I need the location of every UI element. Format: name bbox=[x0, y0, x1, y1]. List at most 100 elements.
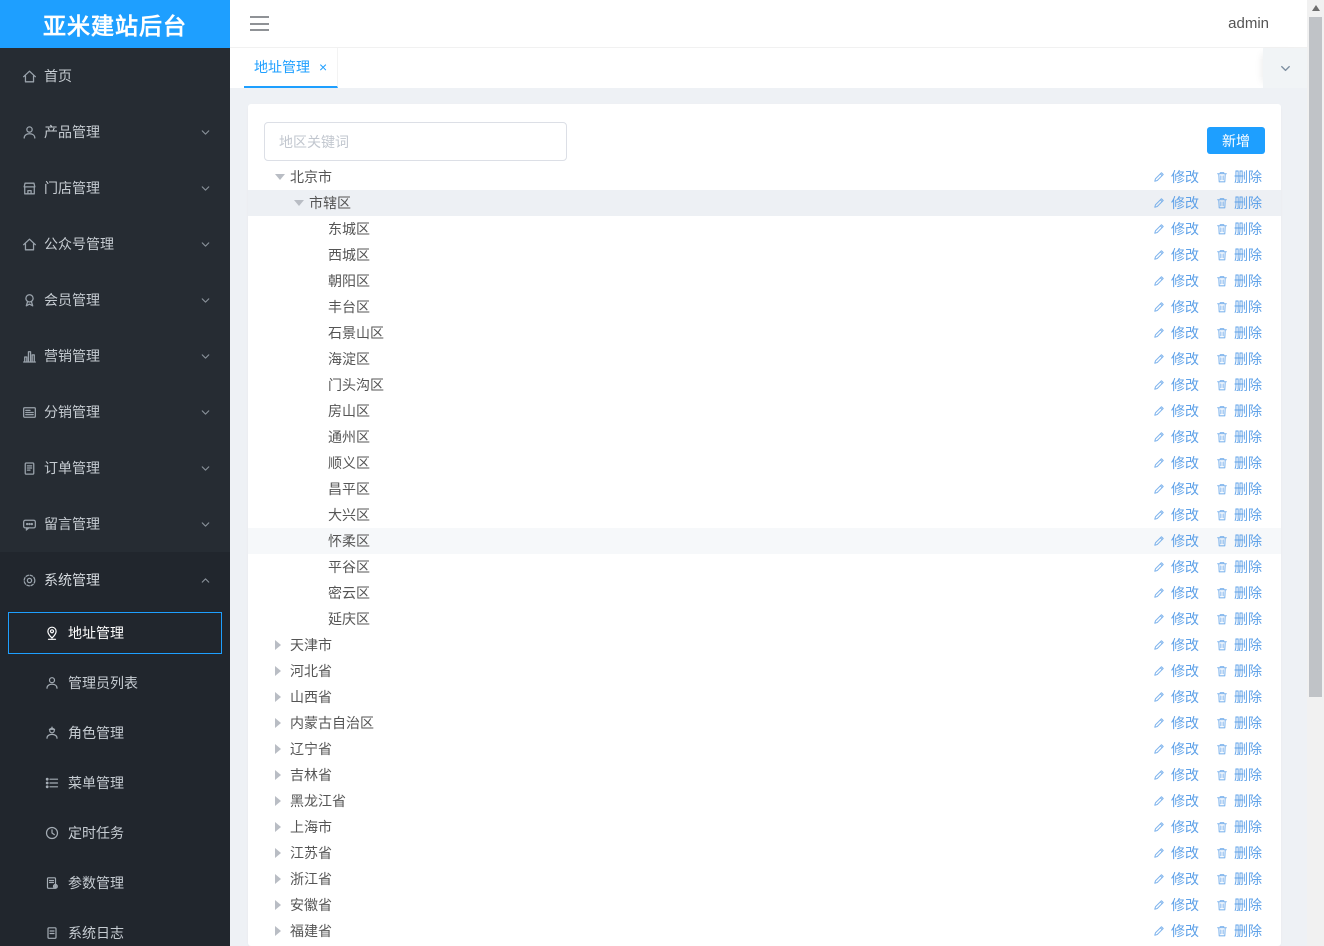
edit-link[interactable]: 修改 bbox=[1152, 921, 1199, 941]
sidebar-item-distribution[interactable]: 分销管理 bbox=[0, 384, 230, 440]
expand-arrow[interactable] bbox=[275, 174, 290, 180]
browser-scrollbar[interactable] bbox=[1307, 0, 1324, 946]
delete-link[interactable]: 删除 bbox=[1215, 921, 1262, 941]
edit-link[interactable]: 修改 bbox=[1152, 219, 1199, 239]
expand-arrow[interactable] bbox=[275, 822, 290, 832]
sidebar-subitem-log[interactable]: 系统日志 bbox=[0, 908, 230, 946]
delete-link[interactable]: 删除 bbox=[1215, 609, 1262, 629]
delete-link[interactable]: 删除 bbox=[1215, 583, 1262, 603]
delete-link[interactable]: 删除 bbox=[1215, 843, 1262, 863]
delete-link[interactable]: 删除 bbox=[1215, 167, 1262, 187]
scrollbar-up-arrow[interactable] bbox=[1307, 0, 1324, 16]
sidebar-item-member[interactable]: 会员管理 bbox=[0, 272, 230, 328]
delete-link[interactable]: 删除 bbox=[1215, 765, 1262, 785]
edit-link[interactable]: 修改 bbox=[1152, 323, 1199, 343]
sidebar-item-product[interactable]: 产品管理 bbox=[0, 104, 230, 160]
edit-link[interactable]: 修改 bbox=[1152, 297, 1199, 317]
tree-row[interactable]: 房山区 修改 删除 bbox=[248, 398, 1281, 424]
delete-link[interactable]: 删除 bbox=[1215, 323, 1262, 343]
edit-link[interactable]: 修改 bbox=[1152, 505, 1199, 525]
delete-link[interactable]: 删除 bbox=[1215, 635, 1262, 655]
add-button[interactable]: 新增 bbox=[1207, 127, 1265, 154]
edit-link[interactable]: 修改 bbox=[1152, 739, 1199, 759]
tree-row[interactable]: 朝阳区 修改 删除 bbox=[248, 268, 1281, 294]
expand-arrow[interactable] bbox=[275, 848, 290, 858]
delete-link[interactable]: 删除 bbox=[1215, 349, 1262, 369]
edit-link[interactable]: 修改 bbox=[1152, 193, 1199, 213]
tab-list-dropdown-button[interactable] bbox=[1263, 48, 1307, 88]
edit-link[interactable]: 修改 bbox=[1152, 817, 1199, 837]
edit-link[interactable]: 修改 bbox=[1152, 531, 1199, 551]
delete-link[interactable]: 删除 bbox=[1215, 193, 1262, 213]
search-input[interactable] bbox=[264, 122, 567, 161]
tree-row[interactable]: 上海市 修改 删除 bbox=[248, 814, 1281, 840]
delete-link[interactable]: 删除 bbox=[1215, 557, 1262, 577]
edit-link[interactable]: 修改 bbox=[1152, 479, 1199, 499]
tab-address-management[interactable]: 地址管理 × bbox=[244, 48, 339, 88]
tree-row[interactable]: 吉林省 修改 删除 bbox=[248, 762, 1281, 788]
delete-link[interactable]: 删除 bbox=[1215, 791, 1262, 811]
sidebar-item-marketing[interactable]: 营销管理 bbox=[0, 328, 230, 384]
delete-link[interactable]: 删除 bbox=[1215, 245, 1262, 265]
delete-link[interactable]: 删除 bbox=[1215, 687, 1262, 707]
sidebar-item-official-account[interactable]: 公众号管理 bbox=[0, 216, 230, 272]
edit-link[interactable]: 修改 bbox=[1152, 635, 1199, 655]
delete-link[interactable]: 删除 bbox=[1215, 869, 1262, 889]
tree-row[interactable]: 江苏省 修改 删除 bbox=[248, 840, 1281, 866]
expand-arrow[interactable] bbox=[275, 640, 290, 650]
delete-link[interactable]: 删除 bbox=[1215, 713, 1262, 733]
delete-link[interactable]: 删除 bbox=[1215, 479, 1262, 499]
expand-arrow[interactable] bbox=[275, 666, 290, 676]
sidebar-item-home[interactable]: 首页 bbox=[0, 48, 230, 104]
sidebar-subitem-admin-list[interactable]: 管理员列表 bbox=[0, 658, 230, 708]
sidebar-subitem-cron[interactable]: 定时任务 bbox=[0, 808, 230, 858]
tree-row[interactable]: 东城区 修改 删除 bbox=[248, 216, 1281, 242]
edit-link[interactable]: 修改 bbox=[1152, 869, 1199, 889]
tree-row[interactable]: 福建省 修改 删除 bbox=[248, 918, 1281, 944]
edit-link[interactable]: 修改 bbox=[1152, 401, 1199, 421]
edit-link[interactable]: 修改 bbox=[1152, 791, 1199, 811]
tree-row[interactable]: 西城区 修改 删除 bbox=[248, 242, 1281, 268]
edit-link[interactable]: 修改 bbox=[1152, 895, 1199, 915]
tree-row[interactable]: 平谷区 修改 删除 bbox=[248, 554, 1281, 580]
tree-row[interactable]: 密云区 修改 删除 bbox=[248, 580, 1281, 606]
tab-close-icon[interactable]: × bbox=[319, 59, 327, 75]
sidebar-subitem-param[interactable]: 参数管理 bbox=[0, 858, 230, 908]
delete-link[interactable]: 删除 bbox=[1215, 531, 1262, 551]
edit-link[interactable]: 修改 bbox=[1152, 167, 1199, 187]
scrollbar-thumb[interactable] bbox=[1309, 17, 1322, 697]
delete-link[interactable]: 删除 bbox=[1215, 401, 1262, 421]
sidebar-subitem-role[interactable]: 角色管理 bbox=[0, 708, 230, 758]
edit-link[interactable]: 修改 bbox=[1152, 245, 1199, 265]
tree-row[interactable]: 市辖区 修改 删除 bbox=[248, 190, 1281, 216]
delete-link[interactable]: 删除 bbox=[1215, 427, 1262, 447]
edit-link[interactable]: 修改 bbox=[1152, 453, 1199, 473]
delete-link[interactable]: 删除 bbox=[1215, 505, 1262, 525]
delete-link[interactable]: 删除 bbox=[1215, 219, 1262, 239]
tree-row[interactable]: 延庆区 修改 删除 bbox=[248, 606, 1281, 632]
expand-arrow[interactable] bbox=[275, 718, 290, 728]
expand-arrow[interactable] bbox=[275, 692, 290, 702]
tree-row[interactable]: 门头沟区 修改 删除 bbox=[248, 372, 1281, 398]
tree-row[interactable]: 内蒙古自治区 修改 删除 bbox=[248, 710, 1281, 736]
tree-row[interactable]: 天津市 修改 删除 bbox=[248, 632, 1281, 658]
sidebar-subitem-menu[interactable]: 菜单管理 bbox=[0, 758, 230, 808]
expand-arrow[interactable] bbox=[294, 200, 309, 206]
expand-arrow[interactable] bbox=[275, 770, 290, 780]
tree-row[interactable]: 石景山区 修改 删除 bbox=[248, 320, 1281, 346]
edit-link[interactable]: 修改 bbox=[1152, 609, 1199, 629]
delete-link[interactable]: 删除 bbox=[1215, 739, 1262, 759]
edit-link[interactable]: 修改 bbox=[1152, 271, 1199, 291]
tree-row[interactable]: 河北省 修改 删除 bbox=[248, 658, 1281, 684]
delete-link[interactable]: 删除 bbox=[1215, 817, 1262, 837]
delete-link[interactable]: 删除 bbox=[1215, 297, 1262, 317]
tree-row[interactable]: 北京市 修改 删除 bbox=[248, 164, 1281, 190]
sidebar-item-system[interactable]: 系统管理 bbox=[0, 552, 230, 608]
expand-arrow[interactable] bbox=[275, 900, 290, 910]
tree-row[interactable]: 通州区 修改 删除 bbox=[248, 424, 1281, 450]
delete-link[interactable]: 删除 bbox=[1215, 271, 1262, 291]
delete-link[interactable]: 删除 bbox=[1215, 375, 1262, 395]
tree-row[interactable]: 丰台区 修改 删除 bbox=[248, 294, 1281, 320]
sidebar-item-message[interactable]: 留言管理 bbox=[0, 496, 230, 552]
delete-link[interactable]: 删除 bbox=[1215, 895, 1262, 915]
